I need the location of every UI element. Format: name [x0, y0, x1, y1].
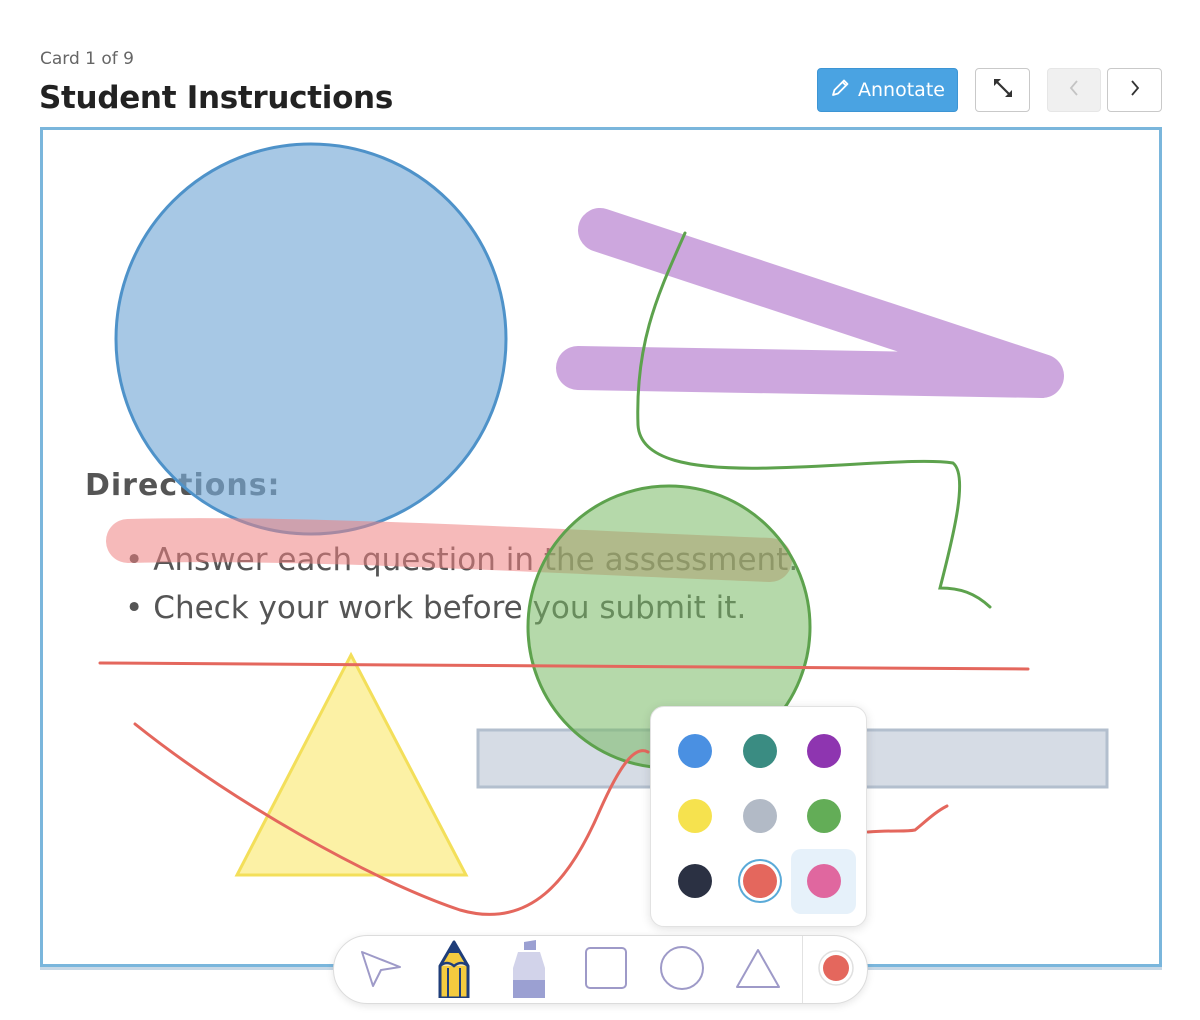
rectangle-tool[interactable] — [580, 936, 632, 1003]
annotation-blue-circle — [114, 142, 508, 536]
color-swatch-purple[interactable] — [807, 734, 841, 768]
circle-tool[interactable] — [656, 936, 708, 1003]
current-color-dot — [823, 954, 849, 981]
color-swatch-pink[interactable] — [807, 864, 841, 898]
annotation-purple-highlight — [556, 208, 1064, 398]
pencil-icon — [434, 938, 474, 1002]
highlighter-icon — [507, 938, 551, 1002]
current-color-swatch — [817, 949, 855, 991]
color-swatch-green[interactable] — [807, 799, 841, 833]
triangle-tool[interactable] — [732, 936, 784, 1003]
color-swatch-gray[interactable] — [743, 799, 777, 833]
pencil-tool[interactable] — [429, 936, 479, 1003]
color-palette — [650, 706, 867, 927]
drawing-toolbar — [333, 935, 868, 1004]
annotation-triangle — [234, 651, 469, 877]
color-swatch-red[interactable] — [743, 864, 777, 898]
toolbar-divider — [802, 936, 803, 1003]
square-icon — [584, 946, 628, 994]
annotation-drawings — [98, 142, 1109, 916]
current-color-button[interactable] — [812, 936, 860, 1003]
color-swatch-yellow[interactable] — [678, 799, 712, 833]
select-arrow-icon — [359, 946, 403, 994]
circle-icon — [659, 945, 705, 995]
color-swatch-navy[interactable] — [678, 864, 712, 898]
color-swatch-teal[interactable] — [743, 734, 777, 768]
select-tool[interactable] — [354, 936, 408, 1003]
color-swatch-blue[interactable] — [678, 734, 712, 768]
highlighter-tool[interactable] — [504, 936, 554, 1003]
triangle-icon — [735, 947, 781, 993]
